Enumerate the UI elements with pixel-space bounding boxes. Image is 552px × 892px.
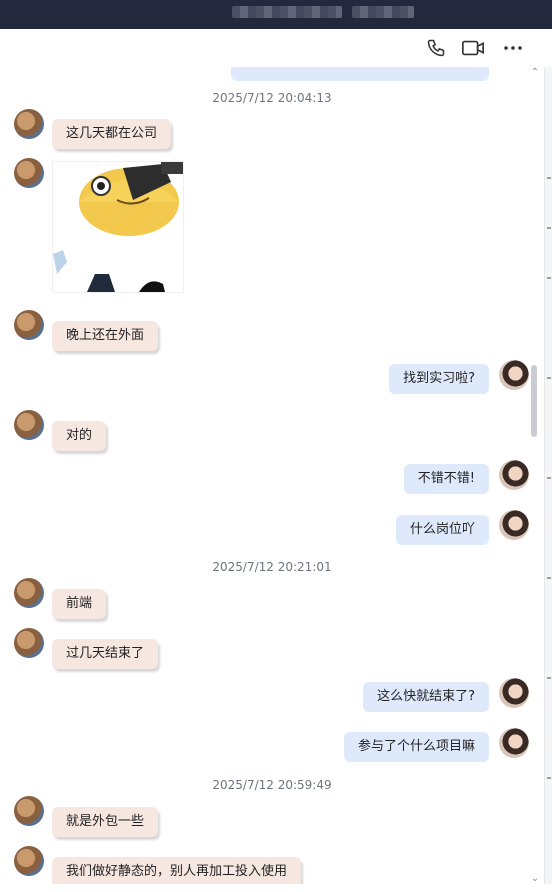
avatar-self[interactable]	[499, 360, 529, 390]
timestamp: 2025/7/12 20:04:13	[212, 91, 332, 105]
divider	[547, 677, 551, 679]
avatar[interactable]	[14, 578, 44, 608]
message-bubble-self[interactable]: 什么岗位吖	[395, 515, 489, 545]
avatar-self[interactable]	[499, 728, 529, 758]
avatar[interactable]	[14, 628, 44, 658]
divider	[547, 477, 551, 479]
divider	[547, 577, 551, 579]
message-bubble[interactable]: 对的	[52, 421, 107, 451]
window-title-bar	[0, 0, 552, 29]
more-horizontal-icon	[504, 46, 522, 50]
avatar-self[interactable]	[499, 510, 529, 540]
side-panel-edge	[544, 67, 552, 892]
message-bubble[interactable]: 过几天结束了	[52, 639, 159, 669]
message-bubble[interactable]: 晚上还在外面	[52, 321, 159, 351]
sticker-emoji-face-icon	[53, 162, 183, 292]
input-toolbar-edge	[0, 884, 552, 892]
message-bubble[interactable]: 就是外包一些	[52, 807, 159, 837]
avatar[interactable]	[14, 109, 44, 139]
partial-message-bubble	[231, 67, 489, 81]
avatar-self[interactable]	[499, 460, 529, 490]
voice-call-button[interactable]	[424, 36, 448, 60]
message-bubble-self[interactable]: 参与了个什么项目嘛	[343, 732, 489, 762]
avatar[interactable]	[14, 846, 44, 876]
message-bubble[interactable]: 前端	[52, 589, 107, 619]
avatar[interactable]	[14, 410, 44, 440]
scroll-up-arrow[interactable]: ⌃	[528, 67, 542, 79]
phone-icon	[427, 39, 445, 57]
avatar[interactable]	[14, 310, 44, 340]
avatar[interactable]	[14, 158, 44, 188]
scrollbar-thumb[interactable]	[531, 365, 537, 437]
timestamp: 2025/7/12 20:21:01	[212, 560, 332, 574]
video-camera-icon	[462, 40, 484, 56]
divider	[547, 277, 551, 279]
divider	[547, 777, 551, 779]
message-bubble-self[interactable]: 这么快就结束了?	[363, 682, 489, 712]
blurred-contact-status	[352, 6, 414, 18]
divider	[547, 377, 551, 379]
blurred-contact-name	[232, 6, 342, 18]
video-call-button[interactable]	[461, 36, 485, 60]
divider	[547, 177, 551, 179]
sticker-image[interactable]	[52, 161, 184, 293]
avatar-self[interactable]	[499, 678, 529, 708]
message-bubble-self[interactable]: 找到实习啦?	[389, 364, 489, 394]
message-bubble[interactable]: 这几天都在公司	[52, 119, 172, 149]
message-bubble-self[interactable]: 不错不错!	[403, 464, 489, 494]
avatar[interactable]	[14, 796, 44, 826]
message-bubble[interactable]: 我们做好静态的，别人再加工投入使用	[52, 857, 302, 887]
chat-message-list[interactable]: ⌃ 2025/7/12 20:04:13 这几天都在公司 晚上还在外面 找到实习…	[0, 67, 544, 892]
divider	[547, 227, 551, 229]
timestamp: 2025/7/12 20:59:49	[212, 778, 332, 792]
chat-toolbar	[0, 29, 552, 68]
more-options-button[interactable]	[501, 36, 525, 60]
